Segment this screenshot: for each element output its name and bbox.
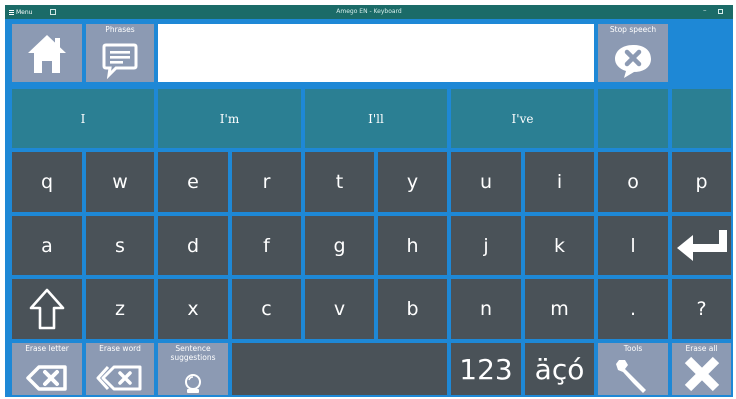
- shift-icon: [29, 288, 65, 330]
- key-o[interactable]: o: [596, 150, 670, 214]
- shift-key[interactable]: [10, 277, 84, 341]
- key-j[interactable]: j: [449, 214, 523, 277]
- key-r[interactable]: r: [230, 150, 303, 214]
- phrases-icon: [86, 40, 154, 80]
- erase-all-button[interactable]: Erase all: [670, 341, 733, 397]
- key-m[interactable]: m: [523, 277, 596, 341]
- key-d[interactable]: d: [156, 214, 230, 277]
- erase-all-label: Erase all: [685, 344, 718, 353]
- suggestion-text: I've: [511, 111, 534, 126]
- key-s[interactable]: s: [84, 214, 156, 277]
- stop-speech-icon: [598, 42, 668, 80]
- numbers-key[interactable]: 123: [449, 341, 523, 397]
- suggestion-text: I: [80, 111, 86, 126]
- home-icon: [12, 32, 82, 76]
- maximize-button[interactable]: [718, 9, 723, 14]
- erase-word-label: Erase word: [99, 344, 141, 353]
- key-k[interactable]: k: [523, 214, 596, 277]
- minimize-button[interactable]: –: [703, 6, 707, 14]
- key-g[interactable]: g: [303, 214, 376, 277]
- home-button[interactable]: [10, 22, 84, 84]
- suggestion-6[interactable]: [670, 87, 733, 150]
- suggestion-text: I'll: [368, 111, 384, 126]
- key-z[interactable]: z: [84, 277, 156, 341]
- sentence-suggestions-label: Sentence suggestions: [170, 344, 216, 362]
- key-n[interactable]: n: [449, 277, 523, 341]
- enter-icon: [676, 229, 727, 261]
- key-f[interactable]: f: [230, 214, 303, 277]
- tools-button[interactable]: Tools: [596, 341, 670, 397]
- erase-word-icon: [86, 363, 154, 393]
- phrases-label: Phrases: [105, 25, 135, 34]
- key-b[interactable]: b: [376, 277, 449, 341]
- backspace-icon: [12, 363, 82, 393]
- crystal-ball-icon: [158, 372, 228, 394]
- accents-key[interactable]: äçó: [523, 341, 596, 397]
- key-t[interactable]: t: [303, 150, 376, 214]
- message-input[interactable]: [156, 22, 596, 84]
- tools-label: Tools: [623, 344, 643, 353]
- key-l[interactable]: l: [596, 214, 670, 277]
- erase-letter-label: Erase letter: [25, 344, 69, 353]
- key-v[interactable]: v: [303, 277, 376, 341]
- key-x[interactable]: x: [156, 277, 230, 341]
- key-h[interactable]: h: [376, 214, 449, 277]
- key-p[interactable]: p: [670, 150, 733, 214]
- sentence-suggestions-button[interactable]: Sentence suggestions: [156, 341, 230, 397]
- key-q[interactable]: q: [10, 150, 84, 214]
- phrases-button[interactable]: Phrases: [84, 22, 156, 84]
- window-title: Amego EN - Keyboard: [336, 8, 402, 15]
- suggestion-4[interactable]: I've: [449, 87, 596, 150]
- wrench-icon: [598, 356, 668, 394]
- stop-speech-button[interactable]: Stop speech: [596, 22, 670, 84]
- suggestion-5[interactable]: [596, 87, 670, 150]
- suggestion-1[interactable]: I: [10, 87, 156, 150]
- stop-speech-label: Stop speech: [609, 25, 657, 34]
- key-e[interactable]: e: [156, 150, 230, 214]
- suggestion-text: I'm: [219, 111, 240, 126]
- key-i[interactable]: i: [523, 150, 596, 214]
- key-question[interactable]: ?: [670, 277, 733, 341]
- key-y[interactable]: y: [376, 150, 449, 214]
- key-c[interactable]: c: [230, 277, 303, 341]
- key-period[interactable]: .: [596, 277, 670, 341]
- suggestion-2[interactable]: I'm: [156, 87, 303, 150]
- key-w[interactable]: w: [84, 150, 156, 214]
- key-a[interactable]: a: [10, 214, 84, 277]
- erase-word-button[interactable]: Erase word: [84, 341, 156, 397]
- close-icon: [672, 355, 731, 393]
- title-bar: Menu Amego EN - Keyboard –: [5, 5, 733, 19]
- keyboard-app: Menu Amego EN - Keyboard – Phrases Stop: [5, 5, 733, 397]
- erase-letter-button[interactable]: Erase letter: [10, 341, 84, 397]
- space-key[interactable]: [230, 341, 449, 397]
- enter-key[interactable]: [670, 214, 733, 277]
- key-u[interactable]: u: [449, 150, 523, 214]
- suggestion-3[interactable]: I'll: [303, 87, 449, 150]
